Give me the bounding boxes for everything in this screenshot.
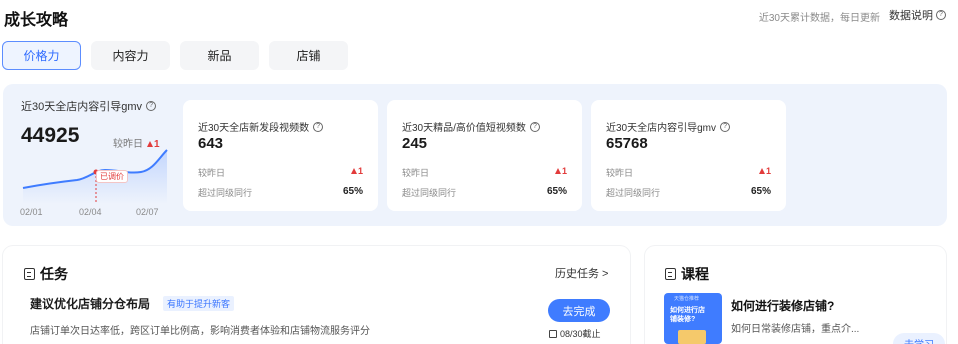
course-description: 如何日常装修店铺，重点介... [731, 324, 860, 335]
history-tasks-link[interactable]: 历史任务 > [555, 265, 608, 281]
task-deadline: 08/30截止 [549, 327, 601, 340]
card-peer-row: 超过同级同行 65% [606, 186, 771, 199]
card-value: 65768 [606, 135, 648, 152]
main-metric: 近30天全店内容引导gmv ? 44925 较昨日 1 [21, 98, 171, 150]
tab-content[interactable]: 内容力 [91, 41, 170, 70]
compare-value: 1 [357, 166, 363, 176]
peer-label: 超过同级同行 [402, 188, 457, 198]
course-thumbnail[interactable]: 天猫仓推荐 如何进行店铺装修? [664, 293, 722, 344]
x-label-3: 02/07 [136, 207, 159, 217]
compare-label: 较昨日 [198, 168, 226, 178]
start-learning-button[interactable]: 去学习 [893, 333, 945, 344]
card-title-text: 近30天全店新发段视频数 [198, 123, 310, 134]
question-icon[interactable]: ? [720, 121, 731, 132]
calendar-icon [549, 329, 557, 338]
tab-store[interactable]: 店铺 [269, 41, 348, 70]
course-heading-text: 课程 [681, 266, 709, 282]
peer-label: 超过同级同行 [198, 188, 253, 198]
card-title: 近30天全店内容引导gmv ? [606, 119, 731, 134]
card-value: 245 [402, 135, 428, 152]
task-heading: 任务 [24, 264, 68, 284]
up-arrow-icon [350, 168, 357, 175]
metrics-panel: 近30天全店内容引导gmv ? 44925 较昨日 1 已调价 02/01 02/… [3, 84, 947, 226]
compare-value: 1 [765, 166, 771, 176]
main-metric-title: 近30天全店内容引导gmv ? [21, 98, 171, 114]
document-icon [24, 268, 35, 280]
peer-value: 65% [546, 186, 567, 197]
up-arrow-icon [758, 168, 765, 175]
price-adjusted-tag: 已调价 [96, 170, 128, 183]
up-arrow-icon [554, 168, 561, 175]
sparkline-area [23, 150, 167, 204]
tab-new-product[interactable]: 新品 [180, 41, 259, 70]
main-metric-title-text: 近30天全店内容引导gmv [21, 101, 143, 113]
card-peer-row: 超过同级同行 65% [402, 186, 567, 199]
card-title: 近30天全店新发段视频数 ? [198, 119, 324, 134]
x-label-1: 02/01 [20, 207, 43, 217]
peer-value: 65% [342, 186, 363, 197]
card-title-text: 近30天精品/高价值短视频数 [402, 123, 526, 134]
deadline-text: 08/30截止 [560, 329, 601, 339]
question-icon: ? [936, 10, 946, 20]
trend-sparkline [22, 149, 168, 204]
page-header: 成长攻略 近30天累计数据，每日更新 数据说明 ? [0, 0, 958, 34]
card-title-text: 近30天全店内容引导gmv [606, 123, 717, 134]
complete-task-button[interactable]: 去完成 [548, 299, 610, 322]
x-label-2: 02/04 [79, 207, 102, 217]
compare-value: 1 [561, 166, 567, 176]
package-illustration [678, 330, 706, 344]
page-title: 成长攻略 [4, 12, 69, 29]
course-heading: 课程 [665, 264, 709, 284]
question-icon[interactable]: ? [529, 121, 540, 132]
task-heading-text: 任务 [40, 266, 68, 282]
task-title[interactable]: 建议优化店铺分仓布局 [30, 295, 150, 312]
card-peer-row: 超过同级同行 65% [198, 186, 363, 199]
thumbnail-text: 如何进行店铺装修? [670, 307, 705, 323]
metric-card-premium-video[interactable]: 近30天精品/高价值短视频数 ? 245 较昨日 1 超过同级同行 65% [387, 100, 582, 211]
task-description: 店铺订单次日达率低，跨区订单比例高，影响消费者体验和店铺物流服务评分 [30, 326, 370, 337]
course-title[interactable]: 如何进行装修店铺? [731, 297, 834, 314]
course-icon [665, 268, 676, 280]
update-note: 近30天累计数据，每日更新 [758, 13, 880, 24]
card-compare-row: 较昨日 1 [606, 166, 771, 179]
metric-card-content-gmv[interactable]: 近30天全店内容引导gmv ? 65768 较昨日 1 超过同级同行 65% [591, 100, 786, 211]
peer-label: 超过同级同行 [606, 188, 661, 198]
metric-card-short-video[interactable]: 近30天全店新发段视频数 ? 643 较昨日 1 超过同级同行 65% [183, 100, 378, 211]
question-icon[interactable]: ? [313, 121, 324, 132]
data-help-label: 数据说明 [889, 10, 933, 22]
tab-price[interactable]: 价格力 [2, 41, 81, 70]
peer-value: 65% [750, 186, 771, 197]
data-help-link[interactable]: 数据说明 ? [889, 7, 946, 23]
compare-label: 较昨日 [402, 168, 430, 178]
tab-bar: 价格力 内容力 新品 店铺 [2, 41, 348, 70]
question-icon[interactable]: ? [146, 101, 157, 111]
card-title: 近30天精品/高价值短视频数 ? [402, 119, 540, 134]
card-compare-row: 较昨日 1 [198, 166, 363, 179]
task-tag: 有助于提升新客 [163, 296, 235, 311]
compare-label: 较昨日 [606, 168, 634, 178]
thumbnail-badge: 天猫仓推荐 [674, 296, 700, 302]
card-compare-row: 较昨日 1 [402, 166, 567, 179]
card-value: 643 [198, 135, 224, 152]
